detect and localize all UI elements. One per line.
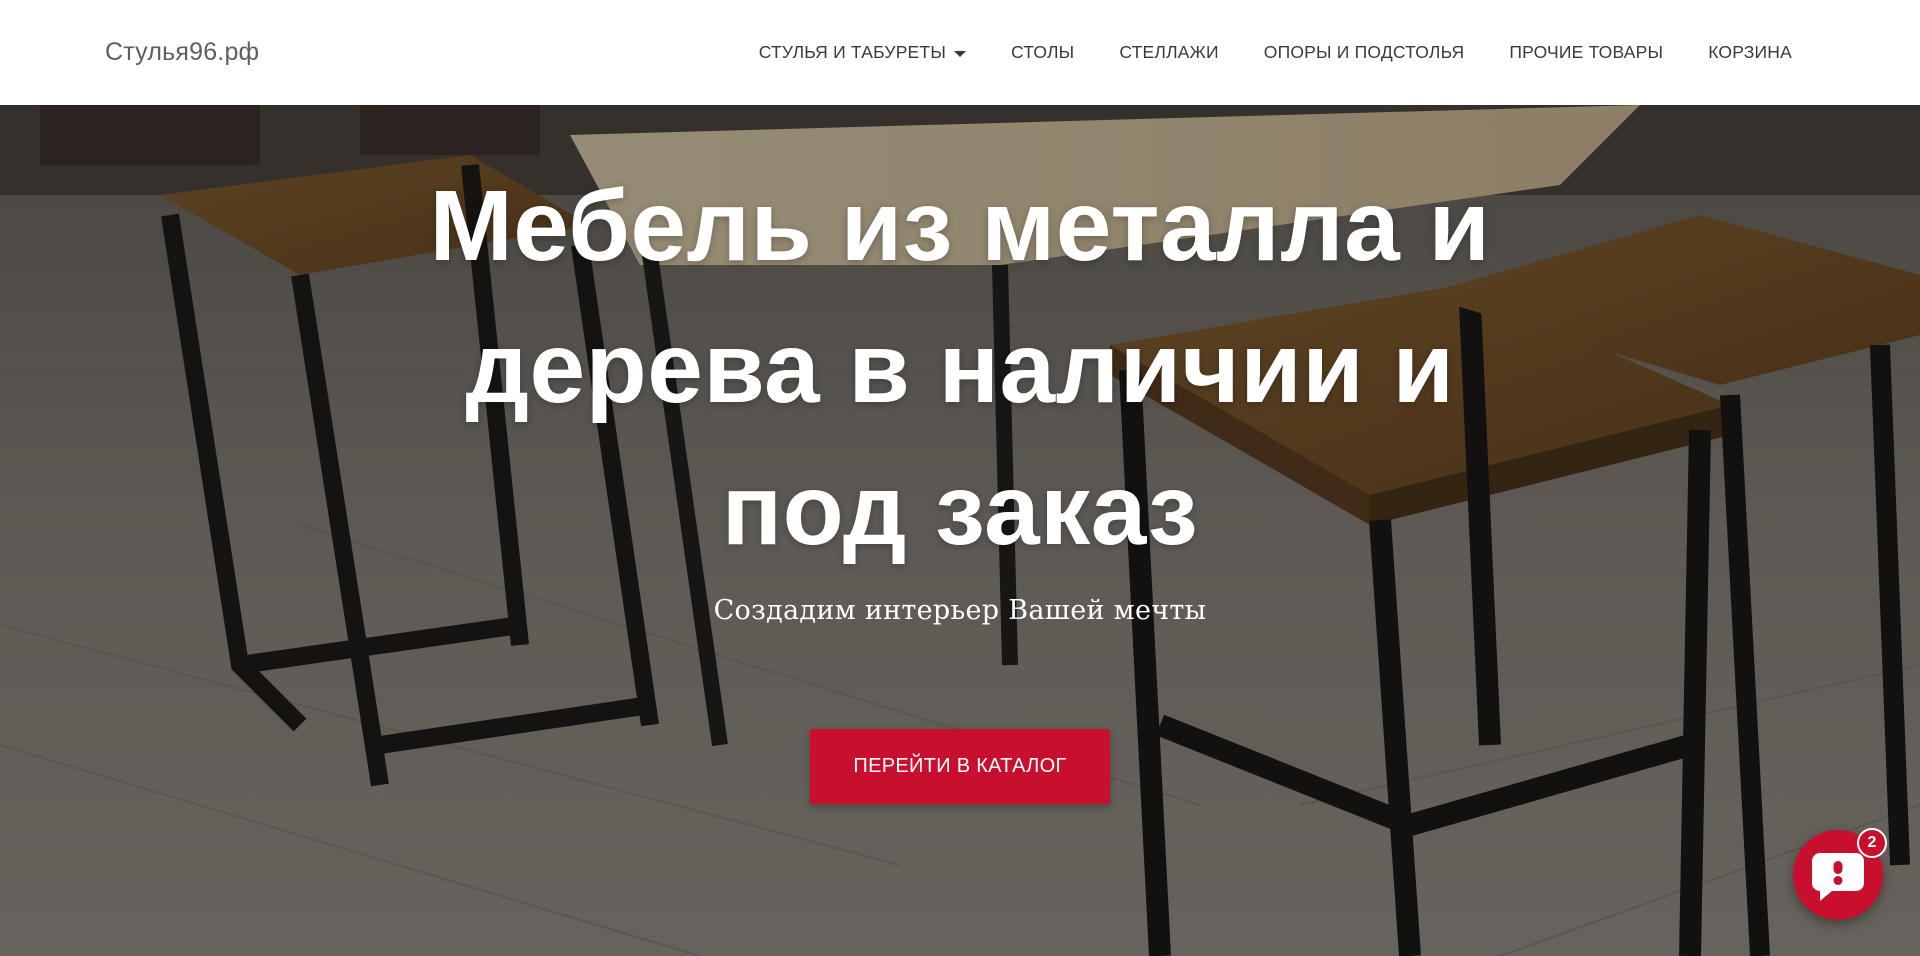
nav-item-label: СТЕЛЛАЖИ [1119, 42, 1219, 62]
chat-bubble-icon [1812, 853, 1864, 901]
site-header: Стулья96.рф СТУЛЬЯ И ТАБУРЕТЫ СТОЛЫ СТЕЛ… [0, 0, 1920, 105]
chevron-down-icon [954, 50, 967, 57]
site-logo[interactable]: Стулья96.рф [105, 38, 259, 67]
main-nav: СТУЛЬЯ И ТАБУРЕТЫ СТОЛЫ СТЕЛЛАЖИ ОПОРЫ И… [759, 42, 1792, 63]
nav-item-other-products[interactable]: ПРОЧИЕ ТОВАРЫ [1509, 42, 1663, 63]
hero-title-line: дерева в наличии и [465, 312, 1455, 424]
nav-item-tables[interactable]: СТОЛЫ [1011, 42, 1074, 63]
nav-item-label: КОРЗИНА [1708, 42, 1792, 62]
nav-item-label: ПРОЧИЕ ТОВАРЫ [1509, 42, 1664, 62]
hero-title-line: Мебель из металла и [429, 170, 1491, 282]
nav-item-table-bases[interactable]: ОПОРЫ И ПОДСТОЛЬЯ [1264, 42, 1465, 63]
nav-item-label: СТОЛЫ [1011, 42, 1075, 62]
hero-subtitle: Создадим интерьер Вашей мечты [713, 595, 1207, 626]
nav-item-label: СТУЛЬЯ И ТАБУРЕТЫ [758, 42, 947, 62]
hero-section: Мебель из металла и дерева в наличии и п… [0, 105, 1920, 956]
nav-item-label: ОПОРЫ И ПОДСТОЛЬЯ [1263, 42, 1465, 62]
go-to-catalog-button[interactable]: ПЕРЕЙТИ В КАТАЛОГ [810, 729, 1110, 804]
hero-title-line: под заказ [721, 454, 1199, 566]
nav-item-shelving[interactable]: СТЕЛЛАЖИ [1119, 42, 1218, 63]
hero-content: Мебель из металла и дерева в наличии и п… [0, 105, 1920, 956]
chat-unread-badge: 2 [1857, 828, 1887, 858]
nav-item-chairs-stools[interactable]: СТУЛЬЯ И ТАБУРЕТЫ [758, 42, 967, 63]
hero-title: Мебель из металла и дерева в наличии и п… [410, 155, 1510, 581]
nav-item-cart[interactable]: КОРЗИНА [1708, 42, 1792, 63]
